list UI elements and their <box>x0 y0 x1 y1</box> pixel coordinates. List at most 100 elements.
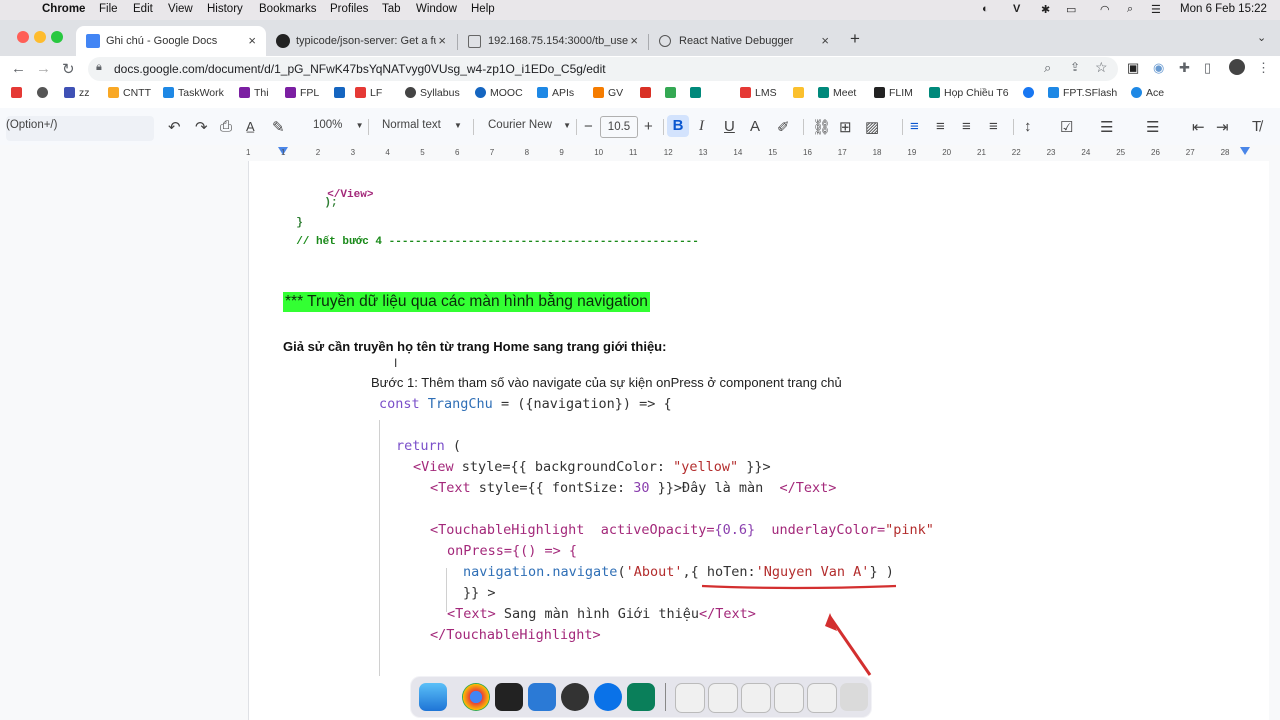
forward-arrow-icon[interactable]: → <box>36 60 51 77</box>
insert-image-icon[interactable]: ▨ <box>865 118 879 136</box>
line-spacing-icon[interactable]: ↕ <box>1024 118 1032 135</box>
wifi-icon[interactable]: ◠ <box>1100 3 1110 16</box>
app-icon[interactable] <box>627 683 655 711</box>
minimized-window-icon[interactable] <box>807 683 837 713</box>
chrome-menu-icon[interactable]: ⋮ <box>1257 60 1270 76</box>
bookmark-thi[interactable]: Thi <box>239 87 269 99</box>
insert-link-icon[interactable]: ⛓ <box>812 118 831 136</box>
bookmark-taskwork[interactable]: TaskWork <box>163 87 224 99</box>
bookmark-ace[interactable]: Ace <box>1131 87 1164 99</box>
tab-google-docs[interactable]: Ghi chú - Google Docs × <box>76 26 266 56</box>
align-center-icon[interactable]: ≡ <box>936 118 945 135</box>
menu-window[interactable]: Window <box>416 3 457 15</box>
bookmark-flim[interactable]: FLIM <box>874 87 913 99</box>
menu-app-name[interactable]: Chrome <box>42 3 85 15</box>
bookmark-lms[interactable]: LMS <box>740 87 777 99</box>
bookmark-hop-chieu[interactable]: Họp Chiều T6 <box>929 87 1009 99</box>
extension-a-icon[interactable]: ▣ <box>1127 60 1139 76</box>
vscode-icon[interactable] <box>528 683 556 711</box>
bookmark-meet[interactable]: Meet <box>818 87 856 99</box>
zalo-icon[interactable] <box>594 683 622 711</box>
menu-file[interactable]: File <box>99 3 118 15</box>
address-bar[interactable]: 🔒︎ docs.google.com/document/d/1_pG_NFwK4… <box>88 57 1118 81</box>
tab-tb-users[interactable]: 192.168.75.154:3000/tb_users × <box>458 26 648 56</box>
paragraph-style-select[interactable]: Normal text ▼ <box>382 119 462 131</box>
menu-help[interactable]: Help <box>471 3 495 15</box>
bookmark-syllabus[interactable]: Syllabus <box>405 87 460 99</box>
v-app-icon[interactable]: V <box>1013 3 1020 15</box>
menu-history[interactable]: History <box>207 3 243 15</box>
print-icon[interactable]: ⎙ <box>220 118 232 135</box>
minimized-window-icon[interactable] <box>774 683 804 713</box>
profile-avatar[interactable] <box>1229 59 1245 75</box>
menu-bookmarks[interactable]: Bookmarks <box>259 3 317 15</box>
undo-icon[interactable]: ↶ <box>168 118 181 136</box>
search-menus-input[interactable]: (Option+/) <box>6 116 154 141</box>
url-text[interactable]: docs.google.com/document/d/1_pG_NFwK47bs… <box>114 62 606 76</box>
bookmark-apis[interactable]: APIs <box>537 87 574 99</box>
bulleted-list-icon[interactable]: ☰ <box>1100 118 1113 136</box>
bookmark-item[interactable] <box>334 87 349 99</box>
window-close-button[interactable] <box>17 31 29 43</box>
share-icon[interactable]: ⇪ <box>1070 60 1080 74</box>
paint-format-icon[interactable]: ✎ <box>272 118 285 136</box>
zoom-select[interactable]: 100% ▼ <box>313 119 364 131</box>
side-panel-icon[interactable]: ▯ <box>1204 60 1211 76</box>
bookmark-gmail[interactable] <box>640 87 655 99</box>
redo-icon[interactable]: ↷ <box>195 118 208 136</box>
menu-profiles[interactable]: Profiles <box>330 3 368 15</box>
bookmark-fpl[interactable]: FPL <box>285 87 319 99</box>
decrease-indent-icon[interactable]: ⇤ <box>1192 118 1205 136</box>
underline-button[interactable]: U <box>724 118 735 135</box>
font-select[interactable]: Courier New ▼ <box>488 119 571 131</box>
tab-react-native-debugger[interactable]: React Native Debugger × <box>649 26 839 56</box>
lock-icon[interactable]: 🔒︎ <box>96 61 102 74</box>
menubar-clock[interactable]: Mon 6 Feb 15:22 <box>1180 3 1267 15</box>
tab-json-server[interactable]: typicode/json-server: Get a full × <box>266 26 456 56</box>
minimized-window-icon[interactable] <box>708 683 738 713</box>
tab-search-chevron-icon[interactable]: ⌄ <box>1257 31 1266 44</box>
bluetooth-icon[interactable]: ✱ <box>1041 3 1050 16</box>
spotlight-search-icon[interactable]: ⌕ <box>1127 3 1133 16</box>
menu-edit[interactable]: Edit <box>133 3 153 15</box>
font-size-input[interactable]: 10.5 <box>600 116 638 138</box>
control-center-icon[interactable]: ☰ <box>1151 3 1161 16</box>
checklist-icon[interactable]: ☑ <box>1060 118 1073 136</box>
close-tab-icon[interactable]: × <box>630 33 638 48</box>
text-color-icon[interactable]: A <box>750 118 760 135</box>
bookmark-item[interactable] <box>793 87 808 99</box>
close-tab-icon[interactable]: × <box>821 33 829 48</box>
close-tab-icon[interactable]: × <box>248 33 256 48</box>
bookmark-star-icon[interactable]: ☆ <box>1095 59 1108 76</box>
right-indent-marker-icon[interactable] <box>1240 147 1250 155</box>
new-tab-button[interactable]: + <box>850 29 860 49</box>
chrome-icon[interactable] <box>462 683 490 711</box>
minimized-window-icon[interactable] <box>675 683 705 713</box>
battery-icon[interactable]: ▭ <box>1066 3 1076 16</box>
bookmark-item[interactable] <box>37 87 52 99</box>
terminal-icon[interactable] <box>495 683 523 711</box>
bookmark-fpt-sflash[interactable]: FPT.SFlash <box>1048 87 1117 99</box>
react-native-debugger-icon[interactable] <box>561 683 589 711</box>
extension-b-icon[interactable]: ◉ <box>1153 60 1164 76</box>
reload-icon[interactable]: ↻ <box>62 60 75 78</box>
back-arrow-icon[interactable]: ← <box>11 60 26 77</box>
align-left-icon[interactable]: ≡ <box>910 118 919 135</box>
close-tab-icon[interactable]: × <box>438 33 446 48</box>
insert-comment-icon[interactable]: ⊞ <box>839 118 852 136</box>
window-zoom-button[interactable] <box>51 31 63 43</box>
trash-icon[interactable] <box>840 683 868 711</box>
highlight-pen-icon[interactable]: ✐ <box>777 118 790 136</box>
extensions-puzzle-icon[interactable]: ✚ <box>1179 60 1190 76</box>
bookmark-mooc[interactable]: MOOC <box>475 87 523 99</box>
window-minimize-button[interactable] <box>34 31 46 43</box>
finder-icon[interactable] <box>419 683 447 711</box>
italic-button[interactable]: I <box>699 118 704 135</box>
menu-tab[interactable]: Tab <box>382 3 401 15</box>
bookmark-drive[interactable] <box>665 87 680 99</box>
bookmark-facebook[interactable] <box>1023 87 1038 99</box>
bookmark-item[interactable] <box>11 87 26 99</box>
numbered-list-icon[interactable]: ☰ <box>1146 118 1159 136</box>
clear-formatting-icon[interactable]: T̸ <box>1252 118 1261 135</box>
increase-indent-icon[interactable]: ⇥ <box>1216 118 1229 136</box>
